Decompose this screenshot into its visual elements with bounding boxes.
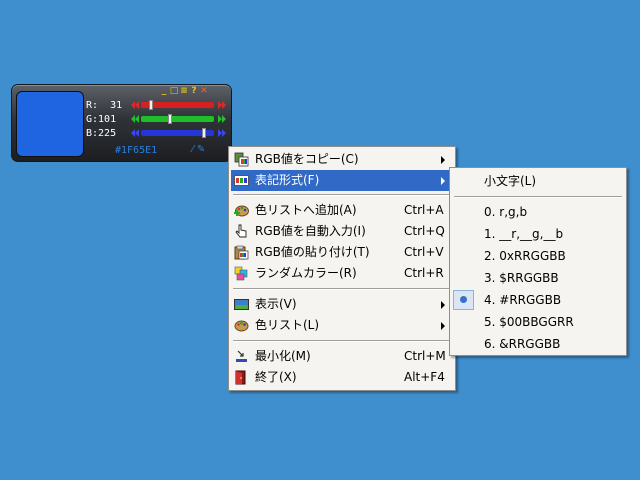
menu-item-label: 最小化(M)	[255, 349, 311, 363]
menu-item-label: RGB値を自動入力(I)	[255, 224, 366, 238]
menu-item-label: 表記形式(F)	[255, 173, 320, 187]
submenu-item-label: 5. $00BBGGRR	[484, 315, 574, 329]
menu-item-shortcut: Ctrl+A	[404, 203, 444, 217]
menu-item-add-color[interactable]: 色リストへ追加(A) Ctrl+A	[231, 200, 453, 221]
menu-item-label: RGB値をコピー(C)	[255, 152, 359, 166]
menu-item-label: 色リスト(L)	[255, 318, 320, 332]
picker-icon[interactable]: ✎	[197, 144, 205, 155]
auto-input-icon	[234, 224, 249, 239]
menu-item-label: ランダムカラー(R)	[255, 266, 357, 280]
blue-increase-fast-icon[interactable]	[222, 129, 226, 137]
menu-item-color-list[interactable]: 色リスト(L)	[231, 315, 453, 336]
title-buttons: _ □ ≡? ✕	[159, 86, 209, 96]
green-slider-thumb[interactable]	[168, 114, 172, 124]
menu-item-shortcut: Ctrl+V	[404, 245, 444, 259]
red-increase-fast-icon[interactable]	[222, 101, 226, 109]
menu-item-shortcut: Ctrl+R	[404, 266, 444, 280]
menu-item-shortcut: Ctrl+M	[404, 349, 446, 363]
menu-item-minimize[interactable]: 最小化(M) Ctrl+M	[231, 346, 453, 367]
menu-item-view[interactable]: 表示(V)	[231, 294, 453, 315]
blue-slider[interactable]	[141, 128, 214, 138]
submenu-item-format-4[interactable]: 4. #RRGGBB	[452, 289, 624, 311]
color-widget: _ □ ≡? ✕ R: 31 G:101 B:225 #1F65E1 ⁄ ✎	[11, 84, 232, 162]
menu-item-paste-rgb[interactable]: RGB値の貼り付け(T) Ctrl+V	[231, 242, 453, 263]
submenu-item-label: 6. &RRGGBB	[484, 337, 561, 351]
close-icon[interactable]: ✕	[199, 86, 209, 96]
hex-value[interactable]: #1F65E1	[115, 145, 157, 156]
tool-icons: ⁄ ✎	[192, 144, 205, 155]
minimize-icon[interactable]: _	[159, 86, 169, 96]
red-value-label: R: 31	[86, 100, 123, 111]
red-decrease-fast-icon[interactable]	[135, 101, 139, 109]
minimize-window-icon	[234, 349, 249, 364]
submenu-arrow-icon	[441, 177, 445, 185]
menu-item-shortcut: Alt+F4	[404, 370, 445, 384]
color-swatch[interactable]	[16, 91, 84, 157]
submenu-item-label: 3. $RRGGBB	[484, 271, 559, 285]
menu-item-auto-input[interactable]: RGB値を自動入力(I) Ctrl+Q	[231, 221, 453, 242]
menu-item-label: 表示(V)	[255, 297, 297, 311]
context-menu: RGB値をコピー(C) 表記形式(F) 色リストへ追加(A) Ctrl+A RG…	[228, 146, 456, 391]
menu-separator	[233, 288, 451, 290]
green-slider[interactable]	[141, 114, 214, 124]
blue-value-label: B:225	[86, 128, 117, 139]
submenu-item-format-2[interactable]: 2. 0xRRGGBB	[452, 245, 624, 267]
red-slider[interactable]	[141, 100, 214, 110]
menu-item-exit[interactable]: 終了(X) Alt+F4	[231, 367, 453, 388]
maximize-icon[interactable]: □	[169, 86, 179, 96]
submenu-item-label: 小文字(L)	[484, 174, 537, 188]
submenu-item-format-6[interactable]: 6. &RRGGBB	[452, 333, 624, 355]
submenu-item-label: 0. r,g,b	[484, 205, 528, 219]
submenu-item-format-1[interactable]: 1. __r,__g,__b	[452, 223, 624, 245]
menu-item-label: RGB値の貼り付け(T)	[255, 245, 370, 259]
blue-decrease-fast-icon[interactable]	[135, 129, 139, 137]
menu-separator	[233, 340, 451, 342]
submenu-separator	[454, 196, 622, 198]
menu-item-label: 色リストへ追加(A)	[255, 203, 357, 217]
submenu-item-format-3[interactable]: 3. $RRGGBB	[452, 267, 624, 289]
submenu-item-lowercase[interactable]: 小文字(L)	[452, 170, 624, 192]
menu-item-shortcut: Ctrl+Q	[404, 224, 445, 238]
green-increase-fast-icon[interactable]	[222, 115, 226, 123]
submenu-item-format-5[interactable]: 5. $00BBGGRR	[452, 311, 624, 333]
green-decrease-fast-icon[interactable]	[135, 115, 139, 123]
copy-rgb-icon	[234, 152, 249, 167]
menu-item-random-color[interactable]: ランダムカラー(R) Ctrl+R	[231, 263, 453, 284]
green-value-label: G:101	[86, 114, 117, 125]
view-icon	[234, 297, 249, 312]
menu-item-format[interactable]: 表記形式(F)	[231, 170, 453, 191]
submenu-arrow-icon	[441, 322, 445, 330]
submenu-arrow-icon	[441, 301, 445, 309]
eyedropper-icon[interactable]: ⁄	[192, 144, 194, 155]
options-icon[interactable]: ≡	[179, 86, 189, 96]
submenu-item-label: 1. __r,__g,__b	[484, 227, 564, 241]
help-icon[interactable]: ?	[189, 86, 199, 96]
add-color-icon	[234, 203, 249, 218]
submenu-item-format-0[interactable]: 0. r,g,b	[452, 201, 624, 223]
color-list-icon	[234, 318, 249, 333]
blue-slider-thumb[interactable]	[202, 128, 206, 138]
radio-dot-icon	[460, 296, 467, 303]
submenu-arrow-icon	[441, 156, 445, 164]
random-color-icon	[234, 266, 249, 281]
paste-rgb-icon	[234, 245, 249, 260]
selected-radio	[453, 290, 474, 310]
menu-item-label: 終了(X)	[255, 370, 297, 384]
menu-separator	[233, 194, 451, 196]
format-submenu: 小文字(L) 0. r,g,b 1. __r,__g,__b 2. 0xRRGG…	[449, 167, 627, 356]
red-slider-thumb[interactable]	[149, 100, 153, 110]
menu-item-copy-rgb[interactable]: RGB値をコピー(C)	[231, 149, 453, 170]
format-icon	[234, 173, 249, 188]
submenu-item-label: 4. #RRGGBB	[484, 293, 562, 307]
submenu-item-label: 2. 0xRRGGBB	[484, 249, 566, 263]
exit-icon	[234, 370, 249, 385]
